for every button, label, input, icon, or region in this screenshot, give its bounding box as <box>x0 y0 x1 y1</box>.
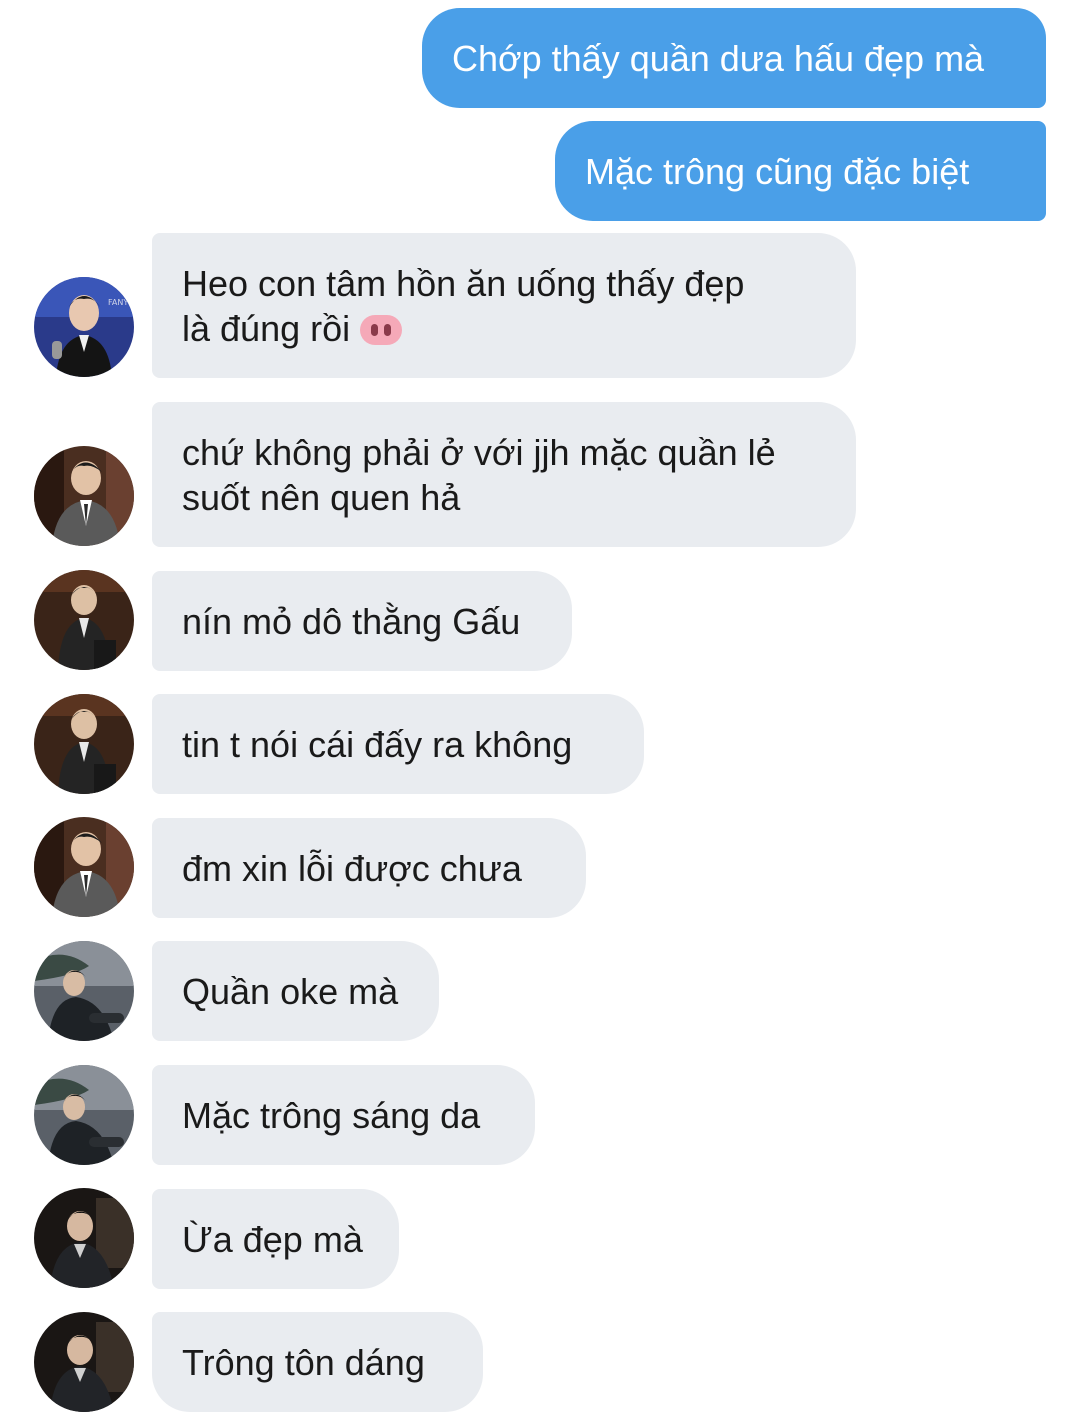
message-text: tin t nói cái đấy ra không <box>182 723 573 765</box>
sender-avatar[interactable] <box>34 1312 134 1412</box>
sender-avatar[interactable]: FANY&CO <box>34 277 134 377</box>
received-message-bubble[interactable]: đm xin lỗi được chưa <box>152 818 586 918</box>
message-text: Mặc trông cũng đặc biệt <box>585 150 970 192</box>
sender-avatar[interactable] <box>34 1188 134 1288</box>
message-text: nín mỏ dô thằng Gấu <box>182 600 521 642</box>
message-text: Ừa đẹp mà <box>182 1218 363 1260</box>
message-text: chứ không phải ở với jjh mặc quần lẻ suố… <box>182 431 776 518</box>
sent-message-bubble[interactable]: Mặc trông cũng đặc biệt <box>555 121 1046 221</box>
received-message-bubble[interactable]: tin t nói cái đấy ra không <box>152 694 644 794</box>
sender-avatar[interactable] <box>34 817 134 917</box>
pig-nose-icon <box>360 314 403 345</box>
avatar-logo-text: FANY&CO <box>108 298 134 307</box>
message-text: Trông tôn dáng <box>182 1341 425 1383</box>
sender-avatar[interactable] <box>34 694 134 794</box>
sent-message-bubble[interactable]: Chớp thấy quần dưa hấu đẹp mà <box>422 8 1046 108</box>
message-text: Mặc trông sáng da <box>182 1094 481 1136</box>
received-message-bubble[interactable]: Trông tôn dáng <box>152 1312 483 1412</box>
message-text: Quần oke mà <box>182 970 399 1012</box>
message-text: Heo con tâm hồn ăn uống thấy đẹp là đúng… <box>182 262 745 349</box>
received-message-bubble[interactable]: nín mỏ dô thằng Gấu <box>152 571 572 671</box>
received-message-bubble[interactable]: Mặc trông sáng da <box>152 1065 535 1165</box>
sender-avatar[interactable] <box>34 1065 134 1165</box>
message-text: Chớp thấy quần dưa hấu đẹp mà <box>452 37 985 79</box>
received-message-bubble[interactable]: Heo con tâm hồn ăn uống thấy đẹp là đúng… <box>152 233 856 378</box>
received-message-bubble[interactable]: Ừa đẹp mà <box>152 1189 399 1289</box>
message-text: đm xin lỗi được chưa <box>182 847 522 889</box>
sender-avatar[interactable] <box>34 570 134 670</box>
sender-avatar[interactable] <box>34 941 134 1041</box>
sender-avatar[interactable] <box>34 446 134 546</box>
received-message-bubble[interactable]: chứ không phải ở với jjh mặc quần lẻ suố… <box>152 402 856 547</box>
received-message-bubble[interactable]: Quần oke mà <box>152 941 439 1041</box>
